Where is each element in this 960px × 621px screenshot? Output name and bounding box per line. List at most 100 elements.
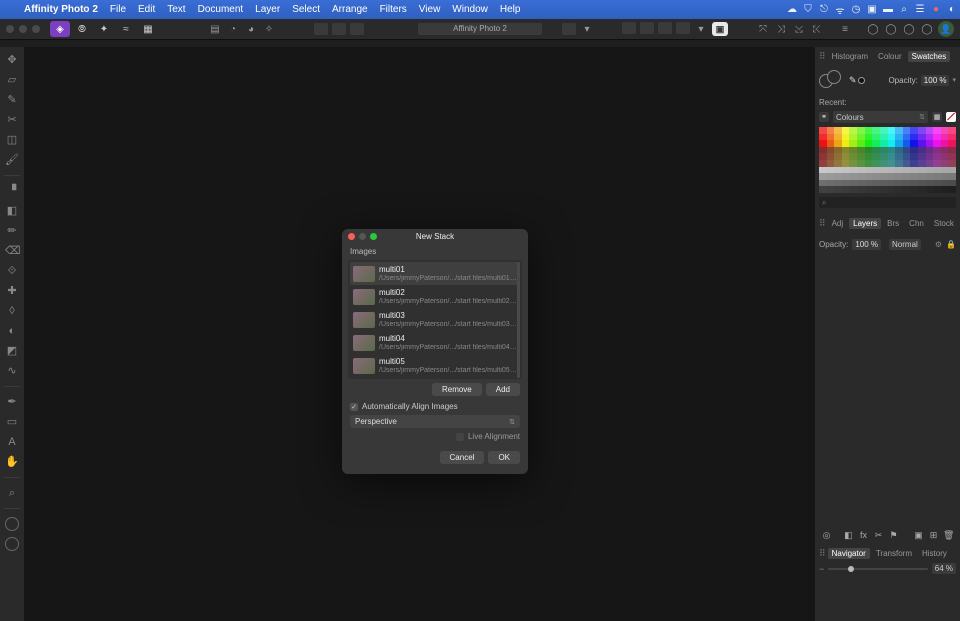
zoom-slider[interactable] (828, 568, 928, 570)
menu-select[interactable]: Select (286, 4, 326, 15)
swatch-cell[interactable] (857, 180, 865, 187)
persona-liquify[interactable]: ⦾ (72, 21, 92, 37)
swatch-cell[interactable] (948, 140, 956, 147)
list-item[interactable]: multi05 /Users/jimmyPaterson/.../start f… (350, 354, 520, 377)
list-item[interactable]: multi04 /Users/jimmyPaterson/.../start f… (350, 331, 520, 354)
swatch-cell[interactable] (910, 147, 918, 154)
group-icon[interactable]: ▣ (913, 530, 924, 541)
swatch-cell[interactable] (849, 127, 857, 134)
swatch-cell[interactable] (849, 167, 857, 174)
swatch-cell[interactable] (880, 180, 888, 187)
smudge-tool-icon[interactable]: ∿ (5, 364, 19, 378)
swatch-cell[interactable] (910, 127, 918, 134)
swatch-cell[interactable] (948, 186, 956, 193)
swatch-set-dropdown[interactable]: Colours ⇅ (833, 111, 928, 123)
bool-icon[interactable]: ◯ (884, 22, 898, 36)
swatch-cell[interactable] (910, 167, 918, 174)
list-item[interactable]: multi01 /Users/jimmyPaterson/.../start f… (350, 262, 520, 285)
tab-history[interactable]: History (918, 548, 951, 559)
swatch-cell[interactable] (880, 127, 888, 134)
swatch-cell[interactable] (872, 140, 880, 147)
swatch-cell[interactable] (849, 173, 857, 180)
add-layer-icon[interactable]: ⊞ (928, 530, 939, 541)
menu-view[interactable]: View (413, 4, 447, 15)
swatch-cell[interactable] (872, 127, 880, 134)
layers-list[interactable] (819, 251, 956, 528)
live-checkbox[interactable] (456, 433, 464, 441)
swatch-cell[interactable] (888, 140, 896, 147)
swatch-cell[interactable] (895, 134, 903, 141)
swatch-cell[interactable] (903, 147, 911, 154)
zoom-out-icon[interactable]: − (819, 564, 824, 574)
swatch-cell[interactable] (865, 173, 873, 180)
remove-button[interactable]: Remove (432, 383, 482, 396)
swatch-cell[interactable] (933, 180, 941, 187)
swatch-cell[interactable] (918, 127, 926, 134)
pen-tool-icon[interactable]: ✒ (5, 395, 19, 409)
close-icon[interactable] (6, 25, 14, 33)
search-icon[interactable]: ⌕ (896, 4, 912, 15)
shape-tool-icon[interactable]: ▭ (5, 415, 19, 429)
swatch-cell[interactable] (903, 153, 911, 160)
swatch-cell[interactable] (827, 134, 835, 141)
swatch-cell[interactable] (888, 167, 896, 174)
swatch-cell[interactable] (857, 173, 865, 180)
record-icon[interactable]: ● (928, 4, 944, 15)
menu-filters[interactable]: Filters (374, 4, 413, 15)
zoom-value[interactable]: 64 % (932, 563, 956, 574)
swatch-cell[interactable] (910, 160, 918, 167)
swatch-cell[interactable] (857, 167, 865, 174)
swatch-cell[interactable] (903, 186, 911, 193)
swatch-cell[interactable] (842, 186, 850, 193)
swatch-cell[interactable] (842, 167, 850, 174)
swatch-cell[interactable] (819, 153, 827, 160)
fx-icon[interactable]: fx (858, 530, 869, 541)
tab-colour[interactable]: Colour (874, 51, 906, 62)
swatch-cell[interactable] (819, 173, 827, 180)
bool-icon[interactable]: ◯ (902, 22, 916, 36)
menu-text[interactable]: Text (161, 4, 191, 15)
swatch-cell[interactable] (941, 180, 949, 187)
artboard-tool-icon[interactable]: ▱ (5, 73, 19, 87)
swatch-cell[interactable] (895, 180, 903, 187)
swatch-cell[interactable] (933, 127, 941, 134)
swatch-cell[interactable] (849, 153, 857, 160)
minimize-icon[interactable] (19, 25, 27, 33)
eyedropper-icon[interactable]: ✎ (849, 75, 865, 86)
swatch-cell[interactable] (918, 160, 926, 167)
swatch-cell[interactable] (941, 134, 949, 141)
color-palette[interactable] (819, 127, 956, 193)
swatch-cell[interactable] (933, 140, 941, 147)
menu-window[interactable]: Window (446, 4, 494, 15)
swatch-cell[interactable] (933, 147, 941, 154)
swatch-cell[interactable] (857, 140, 865, 147)
status-icon[interactable]: ⎋ (816, 4, 832, 15)
swatch-cell[interactable] (819, 134, 827, 141)
swatch-cell[interactable] (834, 180, 842, 187)
swap-color-icon[interactable] (5, 537, 19, 551)
swatch-cell[interactable] (865, 167, 873, 174)
burn-tool-icon[interactable]: ◩ (5, 344, 19, 358)
swatch-cell[interactable] (903, 140, 911, 147)
swatch-cell[interactable] (910, 186, 918, 193)
menu-arrange[interactable]: Arrange (326, 4, 374, 15)
status-icon[interactable]: ⛉ (800, 4, 816, 15)
swatch-cell[interactable] (933, 186, 941, 193)
adjust-icon[interactable]: ◧ (843, 530, 854, 541)
tab-layers[interactable]: Layers (849, 218, 881, 229)
swatch-cell[interactable] (910, 153, 918, 160)
swatch-cell[interactable] (918, 186, 926, 193)
swatch-cell[interactable] (827, 167, 835, 174)
swatch-cell[interactable] (880, 147, 888, 154)
swatch-cell[interactable] (926, 160, 934, 167)
menu-document[interactable]: Document (192, 4, 250, 15)
swatch-cell[interactable] (888, 173, 896, 180)
swatch-cell[interactable] (926, 153, 934, 160)
move-tool-icon[interactable]: ✥ (5, 53, 19, 67)
swatch-cell[interactable] (834, 147, 842, 154)
tab-adjustments[interactable]: Adj (828, 218, 848, 229)
swatch-cell[interactable] (888, 186, 896, 193)
tab-channels[interactable]: Chn (905, 218, 928, 229)
account-icon[interactable]: 👤 (938, 21, 954, 37)
add-button[interactable]: Add (486, 383, 520, 396)
